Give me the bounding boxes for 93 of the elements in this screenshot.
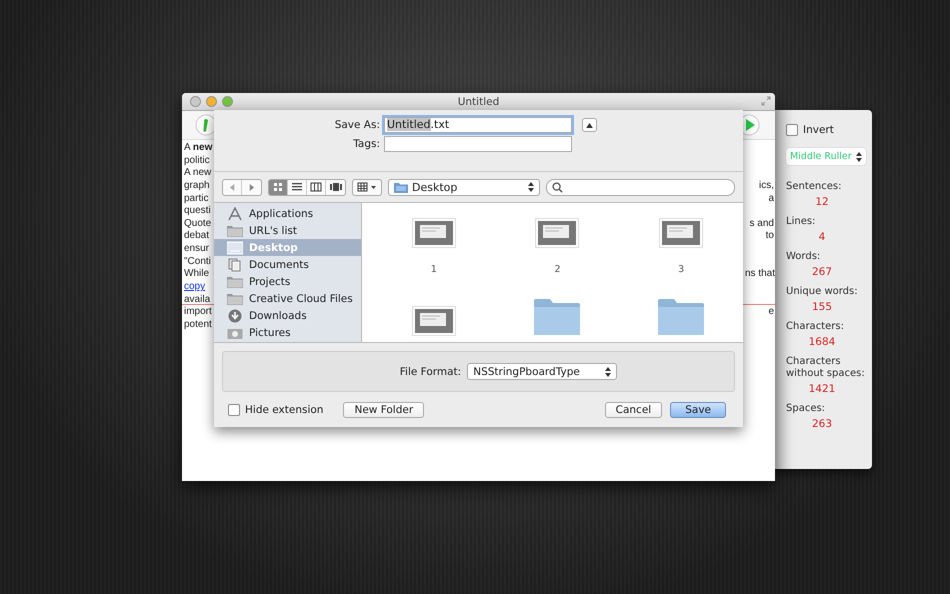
grid-icon — [272, 182, 284, 192]
fullscreen-icon[interactable] — [761, 96, 771, 106]
stat-label: Characters: — [786, 321, 845, 333]
hide-extension-checkbox[interactable] — [228, 404, 240, 416]
stat-value: 1421 — [808, 382, 836, 396]
new-folder-button[interactable]: New Folder — [343, 402, 424, 418]
sidebar-item[interactable]: Applications — [214, 205, 361, 222]
text-fragment: potent — [184, 318, 212, 330]
cancel-button[interactable]: Cancel — [604, 402, 662, 418]
stat-label: Spaces: — [786, 403, 826, 415]
stat-label: Lines: — [786, 216, 816, 228]
text-fragment: e — [768, 306, 774, 318]
sidebar-item[interactable]: Pictures — [214, 324, 361, 341]
right-triangle-icon — [248, 184, 255, 190]
hide-extension-label: Hide extension — [245, 404, 324, 416]
stepper-arrows-icon — [605, 366, 612, 376]
file-label: 3 — [678, 264, 684, 275]
zoom-icon[interactable] — [222, 96, 233, 107]
text-fragment: politic — [184, 154, 210, 166]
close-icon[interactable] — [190, 96, 201, 107]
file-label: 2 — [554, 264, 561, 275]
screenshot-thumbnail[interactable] — [412, 306, 456, 336]
folder-icon — [227, 274, 243, 288]
columns-icon — [310, 182, 322, 192]
sidebar-item[interactable]: Projects — [214, 273, 361, 290]
stepper-arrows-icon — [528, 182, 534, 192]
caret-up-icon — [586, 122, 593, 128]
screenshot-thumbnail[interactable] — [535, 218, 580, 248]
stat-label: Sentences: — [786, 181, 842, 193]
text-fragment: ensur — [184, 243, 210, 254]
invert-label: Invert — [803, 124, 834, 136]
stepper-arrows-icon — [856, 152, 862, 162]
text-fragment: A new — [184, 142, 212, 153]
text-fragment: questi — [184, 205, 211, 216]
table-caret-icon — [357, 182, 377, 192]
arrange-button[interactable] — [352, 178, 382, 196]
search-icon — [552, 182, 563, 192]
download-icon — [227, 308, 243, 322]
text-fragment: ics, — [759, 180, 774, 191]
stat-label: Unique words: — [786, 286, 859, 298]
search-field[interactable] — [546, 178, 735, 196]
stat-value: 267 — [810, 265, 834, 279]
folder-icon[interactable] — [533, 297, 582, 337]
documents-icon — [227, 258, 243, 272]
file-label: 1 — [430, 264, 437, 275]
tags-label: Tags: — [352, 138, 380, 150]
stat-value: 12 — [814, 195, 830, 209]
file-format-popup[interactable]: NSStringPboardType — [467, 363, 618, 380]
text-fragment: "Conti — [184, 256, 211, 267]
stat-value: 1684 — [808, 335, 836, 349]
stat-value: 263 — [810, 417, 834, 431]
screenshot-thumbnail[interactable] — [659, 218, 704, 248]
stat-value: 4 — [818, 230, 826, 244]
desktop-icon — [227, 240, 243, 254]
left-triangle-icon — [228, 184, 236, 190]
collapse-button[interactable] — [582, 118, 597, 132]
folder-icon[interactable] — [657, 297, 706, 337]
text-fragment: A new — [184, 167, 212, 178]
text-fragment: to — [766, 230, 774, 242]
text-fragment: ns that — [745, 268, 776, 280]
tags-field[interactable] — [384, 136, 572, 152]
text-fragment: import — [184, 306, 212, 318]
stat-label: Characters without spaces: — [786, 356, 866, 380]
text-fragment: debat — [184, 230, 210, 242]
sidebar-item[interactable]: Creative Cloud Files — [214, 290, 361, 307]
window-title: Untitled — [456, 96, 500, 108]
text-fragment: availa — [184, 294, 210, 305]
text-fragment: Quote — [184, 218, 212, 229]
text-link[interactable]: copy — [184, 281, 206, 292]
text-fragment: s and — [750, 218, 774, 229]
stat-label: Words: — [786, 251, 822, 263]
folder-icon — [227, 292, 243, 306]
sidebar-item[interactable]: URL's list — [214, 222, 361, 239]
save-button[interactable]: Save — [670, 402, 726, 418]
sidebar-item[interactable]: Documents — [214, 256, 361, 273]
list-icon — [291, 182, 303, 192]
folder-icon — [227, 224, 243, 238]
minimize-icon[interactable] — [206, 96, 217, 107]
stat-value: 155 — [810, 300, 834, 314]
screenshot-thumbnail[interactable] — [412, 218, 456, 248]
file-format-label: File Format: — [400, 366, 462, 378]
letter-a-icon — [227, 206, 243, 220]
cover-flow-icon — [330, 182, 342, 192]
text-fragment: partic — [184, 192, 208, 204]
text-fragment: While — [184, 268, 210, 280]
text-fragment: a — [768, 192, 774, 204]
save-as-label: Save As: — [334, 119, 380, 131]
file-name-field[interactable]: Untitled.txt — [384, 117, 572, 133]
text-fragment: graph — [184, 180, 210, 191]
invert-checkbox[interactable] — [786, 124, 798, 136]
folder-icon — [394, 182, 408, 192]
sidebar-item[interactable]: Downloads — [214, 307, 361, 324]
location-popup[interactable]: Desktop — [388, 178, 540, 196]
